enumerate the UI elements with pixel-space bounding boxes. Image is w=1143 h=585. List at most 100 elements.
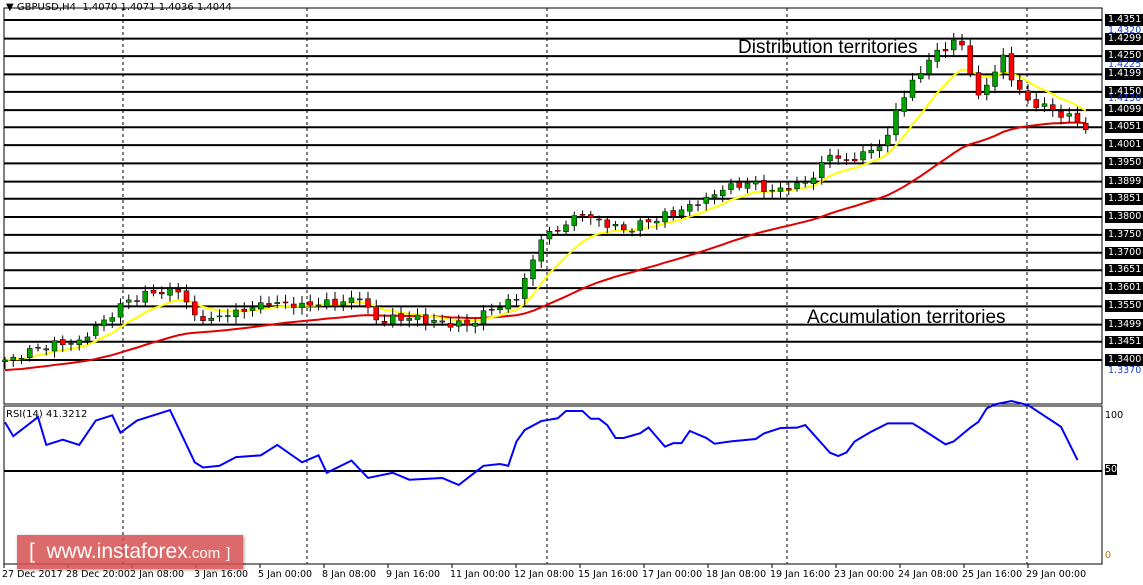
bullish-candle [885, 134, 891, 146]
bearish-candle [307, 301, 313, 306]
bearish-candle [1008, 53, 1015, 81]
price-scale-label: 1.4320 [1108, 25, 1142, 37]
chart-canvas[interactable] [0, 0, 1143, 585]
price-level-label: 1.3550 [1105, 300, 1143, 313]
bearish-candle [942, 49, 949, 52]
price-level-label: 1.3750 [1105, 228, 1143, 241]
price-level-label: 1.3899 [1105, 175, 1143, 188]
bullish-candle [101, 319, 107, 327]
bullish-candle [76, 339, 82, 345]
bearish-candle [604, 219, 610, 228]
bearish-candle [183, 290, 190, 303]
bullish-candle [530, 259, 536, 280]
rsi-line [4, 400, 1079, 487]
price-scale-label: 1.4225 [1108, 59, 1142, 71]
bullish-candle [249, 307, 256, 311]
price-scale-label: 1.4130 [1108, 93, 1142, 104]
bullish-candle [522, 278, 528, 299]
price-level-label: 1.3950 [1105, 157, 1143, 170]
bullish-candle [753, 181, 759, 185]
bearish-candle [835, 155, 841, 159]
bearish-candle [266, 303, 272, 306]
bullish-candle [546, 230, 553, 240]
bearish-candle [192, 301, 198, 316]
rsi-level-label: 50 [1105, 464, 1118, 475]
bullish-candle [315, 304, 322, 307]
bearish-candle [134, 300, 140, 302]
bearish-candle [381, 321, 388, 324]
bearish-candle [959, 40, 965, 46]
bullish-candle [794, 182, 800, 190]
bearish-candle [736, 182, 742, 188]
bearish-candle [1083, 122, 1089, 131]
bullish-candle [629, 230, 635, 233]
bullish-candle [571, 215, 577, 226]
bearish-candle [423, 314, 429, 325]
bullish-candle [208, 317, 214, 321]
bullish-candle [84, 336, 91, 341]
bullish-candle [538, 239, 544, 262]
bearish-candle [695, 204, 701, 206]
time-label: 27 Dec 2017 [2, 569, 63, 580]
time-label: 24 Jan 08:00 [898, 569, 959, 580]
bullish-candle [777, 187, 784, 192]
bullish-candle [612, 224, 619, 227]
time-label: 5 Jan 00:00 [258, 569, 313, 580]
bullish-candle [480, 310, 487, 324]
bullish-candle [2, 359, 8, 363]
time-label: 9 Jan 16:00 [386, 569, 441, 580]
bullish-candle [348, 297, 355, 303]
bullish-candle [720, 189, 726, 197]
bearish-candle [555, 229, 561, 232]
bullish-candle [274, 302, 280, 304]
logo-suffix: .com [187, 545, 221, 562]
bullish-candle [992, 71, 998, 87]
time-label: 8 Jan 08:00 [322, 569, 377, 580]
open-value: 1.4070 [82, 2, 118, 13]
bullish-candle [1000, 54, 1006, 73]
bullish-candle [678, 209, 685, 217]
bearish-candle [365, 298, 371, 308]
price-level-label: 1.4051 [1105, 121, 1143, 134]
bullish-candle [109, 317, 115, 322]
bullish-candle [258, 302, 264, 310]
bearish-candle [1033, 99, 1039, 108]
bullish-candle [744, 182, 751, 189]
bearish-candle [373, 306, 379, 321]
time-label: 19 Jan 16:00 [770, 569, 831, 580]
bearish-candle [761, 180, 767, 192]
bearish-candle [670, 210, 676, 217]
logo-bracket: [ [29, 540, 35, 563]
bullish-candle [68, 343, 74, 345]
bullish-candle [827, 154, 833, 162]
price-level-label: 1.3851 [1105, 192, 1143, 205]
bearish-candle [967, 45, 973, 75]
bullish-candle [27, 348, 33, 358]
bullish-candle [654, 220, 660, 224]
bullish-candle [769, 189, 775, 192]
time-label: 28 Dec 20:00 [66, 569, 130, 580]
time-label: 29 Jan 00:00 [1026, 569, 1087, 580]
bullish-candle [431, 319, 437, 323]
time-label: 25 Jan 16:00 [962, 569, 1023, 580]
price-level-label: 1.3700 [1105, 246, 1143, 259]
bullish-candle [51, 340, 58, 352]
bearish-candle [150, 289, 157, 294]
bullish-candle [810, 177, 817, 184]
logo-bracket: ] [226, 545, 231, 562]
slow-moving-average-line [4, 121, 1086, 372]
bearish-candle [464, 319, 470, 326]
bullish-candle [951, 39, 957, 51]
bearish-candle [357, 298, 363, 301]
high-value: 1.4071 [120, 2, 156, 13]
logo-text: www.instaforex [46, 540, 188, 563]
symbol-header: ▼ GBPUSD,H4 1.4070 1.4071 1.4036 1.4044 [6, 2, 232, 13]
time-label: 3 Jan 16:00 [194, 569, 249, 580]
time-label: 17 Jan 00:00 [642, 569, 703, 580]
bullish-candle [926, 59, 932, 74]
price-level-label: 1.3651 [1105, 264, 1143, 277]
bullish-candle [299, 302, 305, 308]
bullish-candle [1066, 113, 1072, 117]
bullish-candle [225, 315, 231, 317]
bullish-candle [167, 288, 173, 296]
